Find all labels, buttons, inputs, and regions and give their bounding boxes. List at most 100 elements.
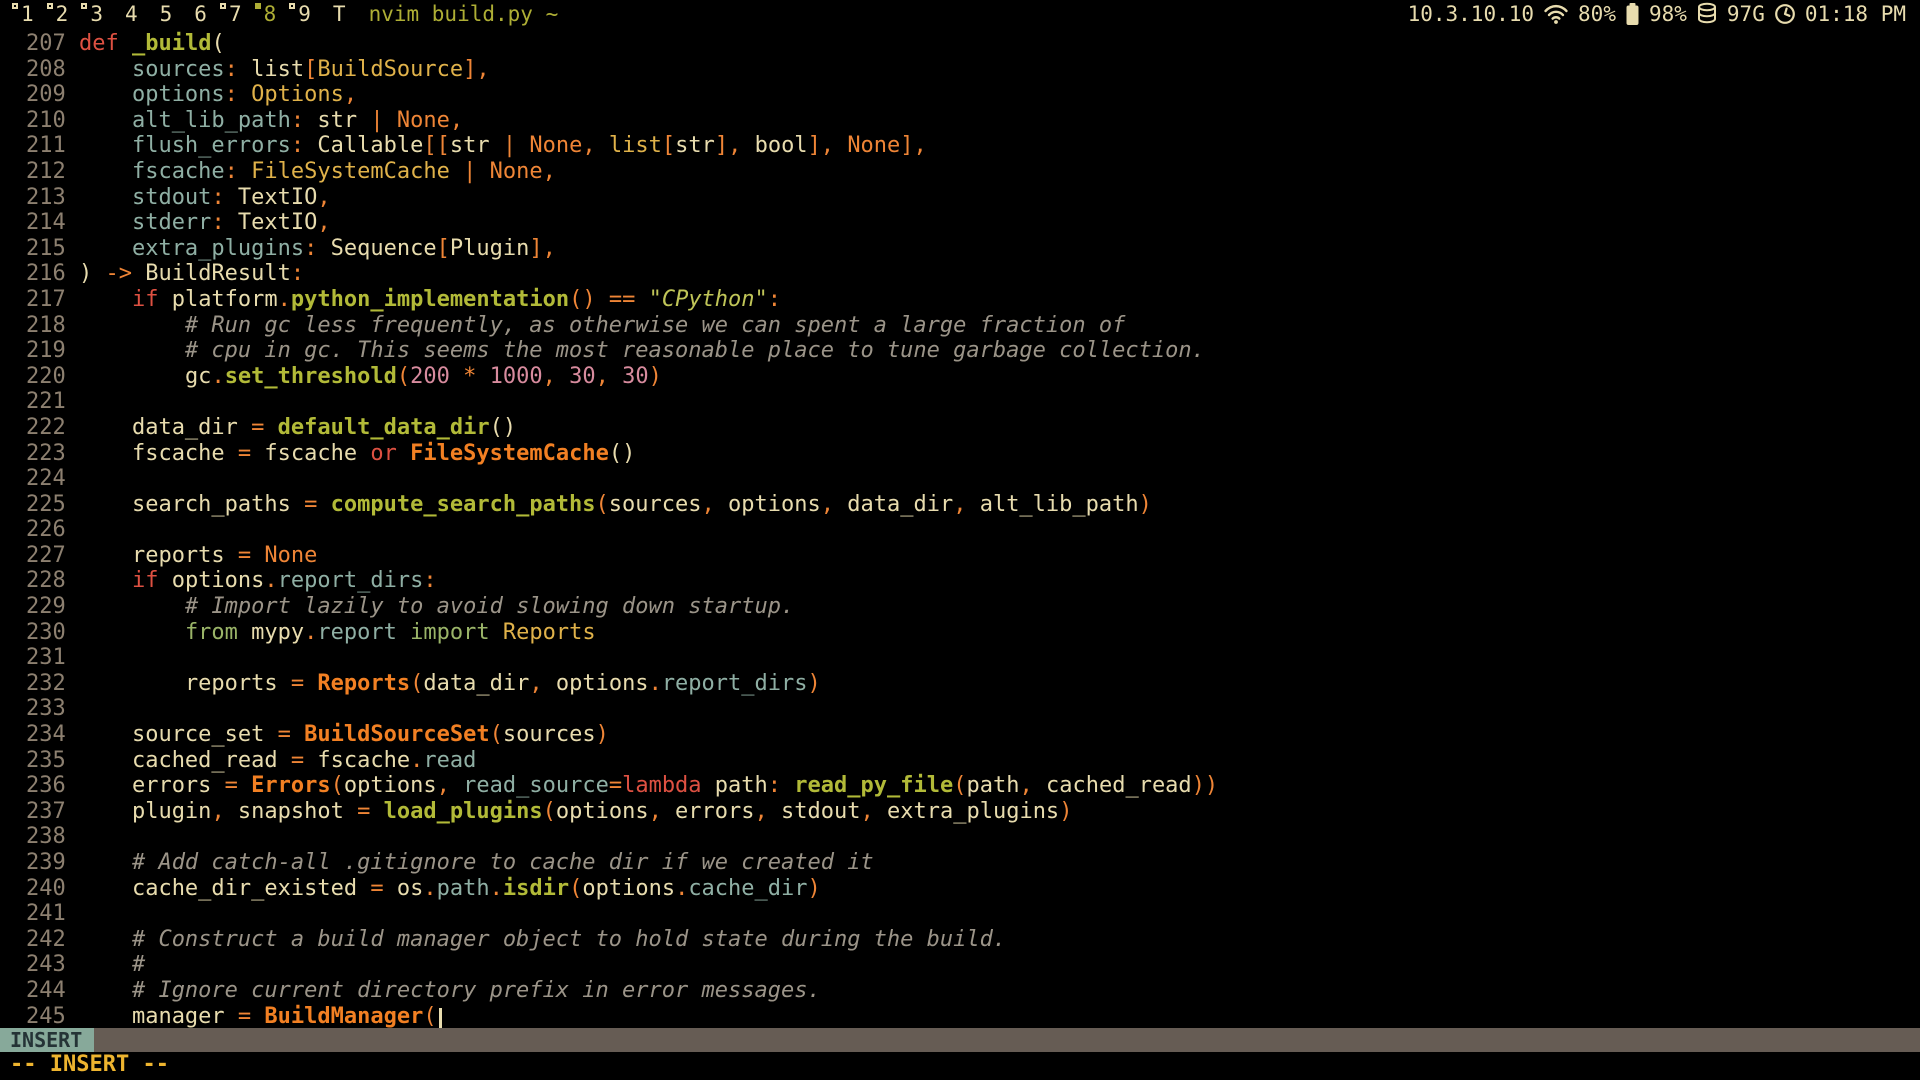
tmux-window-9[interactable]: 9 xyxy=(289,0,311,28)
terminal: 123456789T nvim build.py ~ 10.3.10.10 80… xyxy=(0,0,1920,1080)
tmux-status-bar: 123456789T nvim build.py ~ 10.3.10.10 80… xyxy=(0,0,1920,28)
code-line[interactable]: 214 stderr: TextIO, xyxy=(0,210,1920,236)
code-text: stderr: TextIO, xyxy=(79,210,331,235)
code-line[interactable]: 236 errors = Errors(options, read_source… xyxy=(0,773,1920,799)
code-line[interactable]: 217 if platform.python_implementation() … xyxy=(0,287,1920,313)
code-text: # Import lazily to avoid slowing down st… xyxy=(79,594,794,619)
tmux-window-2[interactable]: 2 xyxy=(47,0,69,28)
code-line[interactable]: 213 stdout: TextIO, xyxy=(0,185,1920,211)
code-line[interactable]: 218 # Run gc less frequently, as otherwi… xyxy=(0,313,1920,339)
line-number: 222 xyxy=(26,415,66,441)
code-line[interactable]: 208 sources: list[BuildSource], xyxy=(0,57,1920,83)
code-text: # Construct a build manager object to ho… xyxy=(79,927,1006,952)
code-line[interactable]: 240 cache_dir_existed = os.path.isdir(op… xyxy=(0,876,1920,902)
tmux-window-3[interactable]: 3 xyxy=(81,0,103,28)
code-line[interactable]: 241 xyxy=(0,901,1920,927)
wifi-icon xyxy=(1543,3,1569,25)
code-line[interactable]: 230 from mypy.report import Reports xyxy=(0,620,1920,646)
tmux-window-1[interactable]: 1 xyxy=(12,0,34,28)
line-number: 237 xyxy=(26,799,66,825)
line-number: 229 xyxy=(26,594,66,620)
code-line[interactable]: 244 # Ignore current directory prefix in… xyxy=(0,978,1920,1004)
code-text: errors = Errors(options, read_source=lam… xyxy=(79,773,1218,798)
window-label: T xyxy=(333,0,346,28)
code-line[interactable]: 219 # cpu in gc. This seems the most rea… xyxy=(0,338,1920,364)
code-line[interactable]: 238 xyxy=(0,824,1920,850)
line-number: 235 xyxy=(26,748,66,774)
window-marker-icon xyxy=(289,3,295,9)
code-line[interactable]: 222 data_dir = default_data_dir() xyxy=(0,415,1920,441)
line-number: 230 xyxy=(26,620,66,646)
line-number: 220 xyxy=(26,364,66,390)
code-line[interactable]: 212 fscache: FileSystemCache | None, xyxy=(0,159,1920,185)
line-number: 207 xyxy=(26,31,66,57)
code-line[interactable]: 231 xyxy=(0,645,1920,671)
code-line[interactable]: 234 source_set = BuildSourceSet(sources) xyxy=(0,722,1920,748)
tmux-window-6[interactable]: 6 xyxy=(185,0,207,28)
window-label: 2 xyxy=(56,0,69,28)
line-number: 219 xyxy=(26,338,66,364)
code-line[interactable]: 239 # Add catch-all .gitignore to cache … xyxy=(0,850,1920,876)
code-line[interactable]: 229 # Import lazily to avoid slowing dow… xyxy=(0,594,1920,620)
tmux-window-T[interactable]: T xyxy=(324,0,346,28)
code-line[interactable]: 221 xyxy=(0,389,1920,415)
code-line[interactable]: 216) -> BuildResult: xyxy=(0,261,1920,287)
code-line[interactable]: 237 plugin, snapshot = load_plugins(opti… xyxy=(0,799,1920,825)
battery-icon xyxy=(1625,2,1640,26)
code-line[interactable]: 245 manager = BuildManager( xyxy=(0,1004,1920,1028)
code-line[interactable]: 207def _build( xyxy=(0,31,1920,57)
code-line[interactable]: 215 extra_plugins: Sequence[Plugin], xyxy=(0,236,1920,262)
code-line[interactable]: 220 gc.set_threshold(200 * 1000, 30, 30) xyxy=(0,364,1920,390)
window-label: 9 xyxy=(298,0,311,28)
code-text: cached_read = fscache.read xyxy=(79,748,476,773)
code-text: sources: list[BuildSource], xyxy=(79,57,490,82)
ip-address: 10.3.10.10 xyxy=(1408,0,1534,28)
code-line[interactable]: 235 cached_read = fscache.read xyxy=(0,748,1920,774)
code-line[interactable]: 209 options: Options, xyxy=(0,82,1920,108)
line-number: 227 xyxy=(26,543,66,569)
code-line[interactable]: 226 xyxy=(0,517,1920,543)
code-line[interactable]: 223 fscache = fscache or FileSystemCache… xyxy=(0,441,1920,467)
code-line[interactable]: 224 xyxy=(0,466,1920,492)
clock-icon xyxy=(1774,3,1796,25)
tmux-window-5[interactable]: 5 xyxy=(151,0,173,28)
line-number: 239 xyxy=(26,850,66,876)
line-number: 226 xyxy=(26,517,66,543)
window-marker-icon xyxy=(220,3,226,9)
code-line[interactable]: 243 # xyxy=(0,952,1920,978)
line-number: 215 xyxy=(26,236,66,262)
line-number: 214 xyxy=(26,210,66,236)
line-number: 209 xyxy=(26,82,66,108)
line-number: 233 xyxy=(26,696,66,722)
code-line[interactable]: 227 reports = None xyxy=(0,543,1920,569)
code-text: flush_errors: Callable[[str | None, list… xyxy=(79,133,927,158)
tmux-window-7[interactable]: 7 xyxy=(220,0,242,28)
code-line[interactable]: 225 search_paths = compute_search_paths(… xyxy=(0,492,1920,518)
code-line[interactable]: 228 if options.report_dirs: xyxy=(0,568,1920,594)
code-text: cache_dir_existed = os.path.isdir(option… xyxy=(79,876,821,901)
code-line[interactable]: 210 alt_lib_path: str | None, xyxy=(0,108,1920,134)
line-number: 232 xyxy=(26,671,66,697)
window-label: 1 xyxy=(21,0,34,28)
line-number: 238 xyxy=(26,824,66,850)
code-text: fscache: FileSystemCache | None, xyxy=(79,159,556,184)
line-number: 208 xyxy=(26,57,66,83)
code-line[interactable]: 232 reports = Reports(data_dir, options.… xyxy=(0,671,1920,697)
line-number: 211 xyxy=(26,133,66,159)
system-status: 10.3.10.10 80% 98% 97G xyxy=(1408,0,1920,28)
code-line[interactable]: 233 xyxy=(0,696,1920,722)
tmux-window-4[interactable]: 4 xyxy=(116,0,138,28)
code-area[interactable]: 207def _build(208 sources: list[BuildSou… xyxy=(0,28,1920,1028)
window-label: 8 xyxy=(264,0,277,28)
code-text: reports = None xyxy=(79,543,317,568)
code-line[interactable]: 211 flush_errors: Callable[[str | None, … xyxy=(0,133,1920,159)
window-label: 4 xyxy=(125,0,138,28)
tmux-window-8[interactable]: 8 xyxy=(255,0,277,28)
wifi-percent: 80% xyxy=(1578,0,1616,28)
code-text: manager = BuildManager( xyxy=(79,1004,442,1028)
code-text: if platform.python_implementation() == "… xyxy=(79,287,781,312)
code-text: reports = Reports(data_dir, options.repo… xyxy=(79,671,821,696)
line-number: 245 xyxy=(26,1004,66,1028)
code-line[interactable]: 242 # Construct a build manager object t… xyxy=(0,927,1920,953)
code-text: search_paths = compute_search_paths(sour… xyxy=(79,492,1152,517)
